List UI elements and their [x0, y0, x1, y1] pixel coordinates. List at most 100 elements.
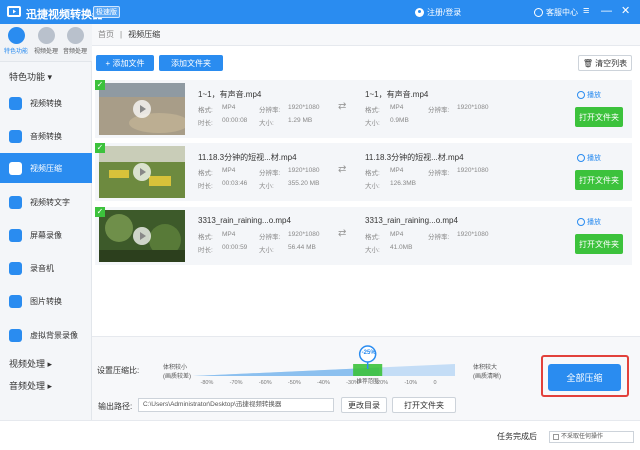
tab-video-processing[interactable]: 视频处理	[32, 27, 60, 55]
open-output-folder-button[interactable]: 打开文件夹	[392, 397, 456, 413]
source-size: 56.44 MB	[288, 244, 316, 251]
checkbox-checked-icon[interactable]: ✓	[95, 80, 105, 90]
after-done-label: 任务完成后	[497, 432, 537, 441]
open-folder-button[interactable]: 打开文件夹	[575, 234, 623, 254]
change-directory-button[interactable]: 更改目录	[341, 397, 387, 413]
sidebar-item-label: 虚拟背景录像	[30, 330, 78, 340]
source-duration: 00:00:59	[222, 244, 248, 251]
sidebar-item-recorder[interactable]: 录音机	[0, 253, 92, 283]
tab-audio-processing[interactable]: 音频处理	[61, 27, 89, 55]
small-size-label: 体积较小	[163, 365, 188, 371]
duration-label: 时长:	[198, 120, 213, 127]
size-label: 大小:	[259, 247, 274, 254]
open-folder-button[interactable]: 打开文件夹	[575, 107, 623, 127]
play-label: 播放	[587, 92, 601, 99]
close-icon[interactable]: ✕	[621, 5, 630, 17]
play-button[interactable]: 播放	[577, 153, 601, 163]
size-label: 大小:	[365, 183, 380, 190]
edition-badge: 极速版	[93, 6, 120, 18]
slider-tick-label: -80%	[200, 380, 214, 386]
sidebar-item-video-to-text[interactable]: 视频转文字	[0, 187, 92, 217]
play-overlay-icon[interactable]	[133, 100, 151, 118]
slider-tick-label: -30%	[346, 380, 359, 386]
category-switcher: 特色功能 视频处理 音频处理	[0, 24, 92, 62]
play-circle-icon	[577, 154, 585, 162]
breadcrumb-current: 视频压缩	[128, 30, 161, 39]
play-overlay-icon[interactable]	[133, 163, 151, 181]
source-filename: 3313_rain_raining...o.mp4	[198, 216, 291, 225]
video-thumbnail[interactable]	[99, 83, 185, 135]
output-path-label: 输出路径:	[98, 402, 133, 411]
login-link[interactable]: 注册/登录	[415, 7, 461, 18]
size-label: 大小:	[259, 183, 274, 190]
add-file-button[interactable]: + 添加文件	[96, 55, 154, 71]
output-path-field[interactable]: C:\Users\Administrator\Desktop\迅捷视频转换器	[138, 398, 334, 412]
resolution-label: 分辨率:	[428, 107, 450, 114]
large-quality-label: (画质清晰)	[473, 374, 501, 380]
open-folder-button[interactable]: 打开文件夹	[575, 170, 623, 190]
source-filename: 11.18.3分钟的短视...材.mp4	[198, 153, 297, 162]
resolution-label: 分辨率:	[259, 170, 281, 177]
checkbox-checked-icon[interactable]: ✓	[95, 143, 105, 153]
section-feature[interactable]: 特色功能 ▾	[9, 70, 52, 83]
sidebar-item-label: 音频转换	[30, 131, 62, 141]
tab-feature[interactable]: 特色功能	[2, 27, 30, 55]
slider-tick-label: 0	[433, 380, 437, 386]
slider-tick-label: -10%	[404, 380, 418, 386]
sidebar-item-audio-convert[interactable]: 音频转换	[0, 121, 92, 151]
sidebar-item-video-convert[interactable]: 视频转换	[0, 88, 92, 118]
video-icon	[37, 27, 55, 44]
resolution-label: 分辨率:	[259, 107, 281, 114]
add-folder-button[interactable]: 添加文件夹	[159, 55, 223, 71]
status-bar	[0, 420, 640, 450]
size-label: 大小:	[365, 247, 380, 254]
play-overlay-icon[interactable]	[133, 227, 151, 245]
checkbox-checked-icon[interactable]: ✓	[95, 207, 105, 217]
output-format: MP4	[390, 231, 404, 238]
section-video-processing[interactable]: 视频处理 ▸	[9, 357, 52, 370]
login-label: 注册/登录	[427, 8, 462, 17]
duration-label: 时长:	[198, 183, 213, 190]
breadcrumb-home[interactable]: 首页	[98, 29, 114, 40]
tab-feature-label: 特色功能	[3, 49, 28, 55]
file-row: ✓ 1~1，有声音.mp4 格式: MP4 分辨率: 1920*1080 时长:…	[95, 80, 632, 138]
sidebar-item-virtual-bg[interactable]: 虚拟背景录像	[0, 320, 92, 350]
tab-video-label: 视频处理	[33, 49, 58, 55]
compression-slider[interactable]	[193, 364, 455, 376]
video-to-text-icon	[9, 195, 22, 209]
compression-value: -25%	[361, 350, 376, 356]
sidebar: 特色功能 ▾ 视频转换 音频转换 视频压缩 视频转文字 屏幕录像 录音机 图片转…	[0, 62, 92, 420]
sidebar-item-video-compress[interactable]: 视频压缩	[0, 153, 92, 183]
compress-all-button[interactable]: 全部压缩	[548, 364, 621, 391]
source-duration: 00:03:46	[222, 180, 248, 187]
sidebar-item-label: 视频转换	[30, 98, 62, 108]
after-done-select[interactable]: 不采取任何操作	[549, 431, 634, 443]
format-label: 格式:	[365, 107, 380, 114]
title-bar: 迅捷视频转换器 极速版 注册/登录 客服中心 ≡ — ✕	[0, 0, 640, 24]
format-label: 格式:	[365, 234, 380, 241]
slider-tick-label: -60%	[258, 380, 272, 386]
video-thumbnail[interactable]	[99, 146, 185, 198]
checkbox-empty-icon	[553, 434, 559, 440]
play-button[interactable]: 播放	[577, 217, 601, 227]
sidebar-item-screen-record[interactable]: 屏幕录像	[0, 220, 92, 250]
menu-icon[interactable]: ≡	[583, 5, 589, 17]
sidebar-item-label: 视频压缩	[30, 163, 62, 173]
convert-arrow-icon: ⇄	[338, 101, 347, 112]
recorder-icon	[9, 261, 22, 275]
play-label: 播放	[587, 155, 601, 162]
file-row: ✓ 11.18.3分钟的短视...材.mp4 格式: MP4 分辨率: 1920…	[95, 143, 632, 201]
sidebar-item-image-convert[interactable]: 图片转换	[0, 286, 92, 316]
video-convert-icon	[9, 96, 22, 110]
section-audio-processing[interactable]: 音频处理 ▸	[9, 379, 52, 392]
video-thumbnail[interactable]	[99, 210, 185, 262]
sidebar-item-label: 视频转文字	[30, 197, 70, 207]
image-convert-icon	[9, 294, 22, 308]
format-label: 格式:	[198, 234, 213, 241]
help-center-link[interactable]: 客服中心	[534, 7, 578, 18]
output-resolution: 1920*1080	[457, 231, 489, 238]
play-button[interactable]: 播放	[577, 90, 601, 100]
minimize-icon[interactable]: —	[601, 5, 612, 17]
clear-list-button[interactable]: 🗑 清空列表	[578, 55, 632, 71]
resolution-label: 分辨率:	[259, 234, 281, 241]
